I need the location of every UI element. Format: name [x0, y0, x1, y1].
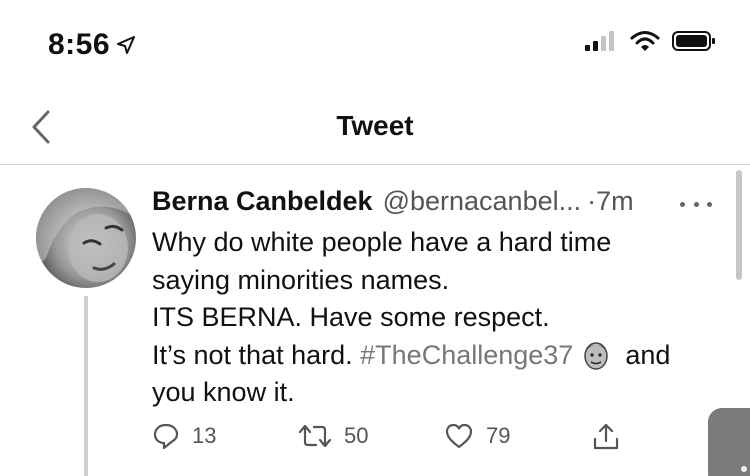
hashtag-link[interactable]: #TheChallenge37	[360, 340, 573, 370]
retweet-count: 50	[344, 423, 369, 448]
heart-icon	[445, 423, 473, 449]
tweet-line-tail: and	[625, 339, 671, 370]
share-icon	[593, 423, 619, 450]
more-dot-icon	[680, 201, 685, 207]
tweet-separator: ·	[587, 186, 597, 216]
reply-icon	[153, 423, 179, 450]
floating-widget-dot	[741, 466, 747, 472]
like-count: 79	[486, 423, 511, 448]
avatar[interactable]	[36, 188, 136, 288]
tweet-line: Why do white people have a hard time	[152, 227, 612, 257]
page-title: Tweet	[336, 110, 414, 141]
like-button[interactable]: 79	[444, 422, 510, 450]
scrollbar-thumb[interactable]	[736, 170, 742, 280]
thread-line	[84, 296, 88, 476]
tweet-line: saying minorities names.	[152, 264, 450, 295]
tweet-line-with-hashtag: It’s not that hard. #TheChallenge37 and	[152, 337, 722, 375]
reply-count: 13	[192, 423, 217, 448]
tweet-actions: 13 50 79	[152, 422, 632, 458]
avatar-portrait	[36, 188, 136, 282]
status-bar-indicators	[584, 30, 716, 52]
status-bar-time: 8:56	[48, 28, 136, 62]
tweet-line: you know it.	[152, 377, 295, 407]
tweet-line-text: It’s not that hard.	[152, 339, 353, 370]
share-button[interactable]	[592, 422, 620, 452]
wifi-icon	[630, 31, 660, 51]
location-arrow-icon	[117, 36, 136, 54]
tweet-text: Why do white people have a hard time say…	[152, 224, 722, 412]
retweet-icon	[298, 424, 332, 448]
more-options-button[interactable]	[680, 198, 712, 210]
reply-button[interactable]: 13	[152, 422, 216, 450]
nav-divider	[0, 164, 750, 165]
tweet-time: 7m	[596, 186, 634, 216]
status-time-text: 8:56	[48, 28, 111, 61]
tweet-line: ITS BERNA. Have some respect.	[152, 302, 550, 332]
more-dot-icon	[707, 201, 712, 207]
nav-bar: Tweet	[0, 86, 750, 166]
battery-icon	[672, 31, 715, 51]
author-handle[interactable]: @bernacanbel...	[383, 186, 582, 217]
retweet-button[interactable]: 50	[298, 422, 368, 450]
more-dot-icon	[693, 201, 699, 207]
tweet-header: Berna Canbeldek @bernacanbel... · 7m	[152, 186, 634, 217]
tweet-detail-screen: 8:56 Tweet Berna Canbeldek @bernacanbel.…	[0, 0, 750, 476]
cellular-signal-icon	[585, 31, 614, 51]
author-name[interactable]: Berna Canbeldek	[152, 186, 373, 217]
face-emoji-icon	[584, 341, 609, 370]
